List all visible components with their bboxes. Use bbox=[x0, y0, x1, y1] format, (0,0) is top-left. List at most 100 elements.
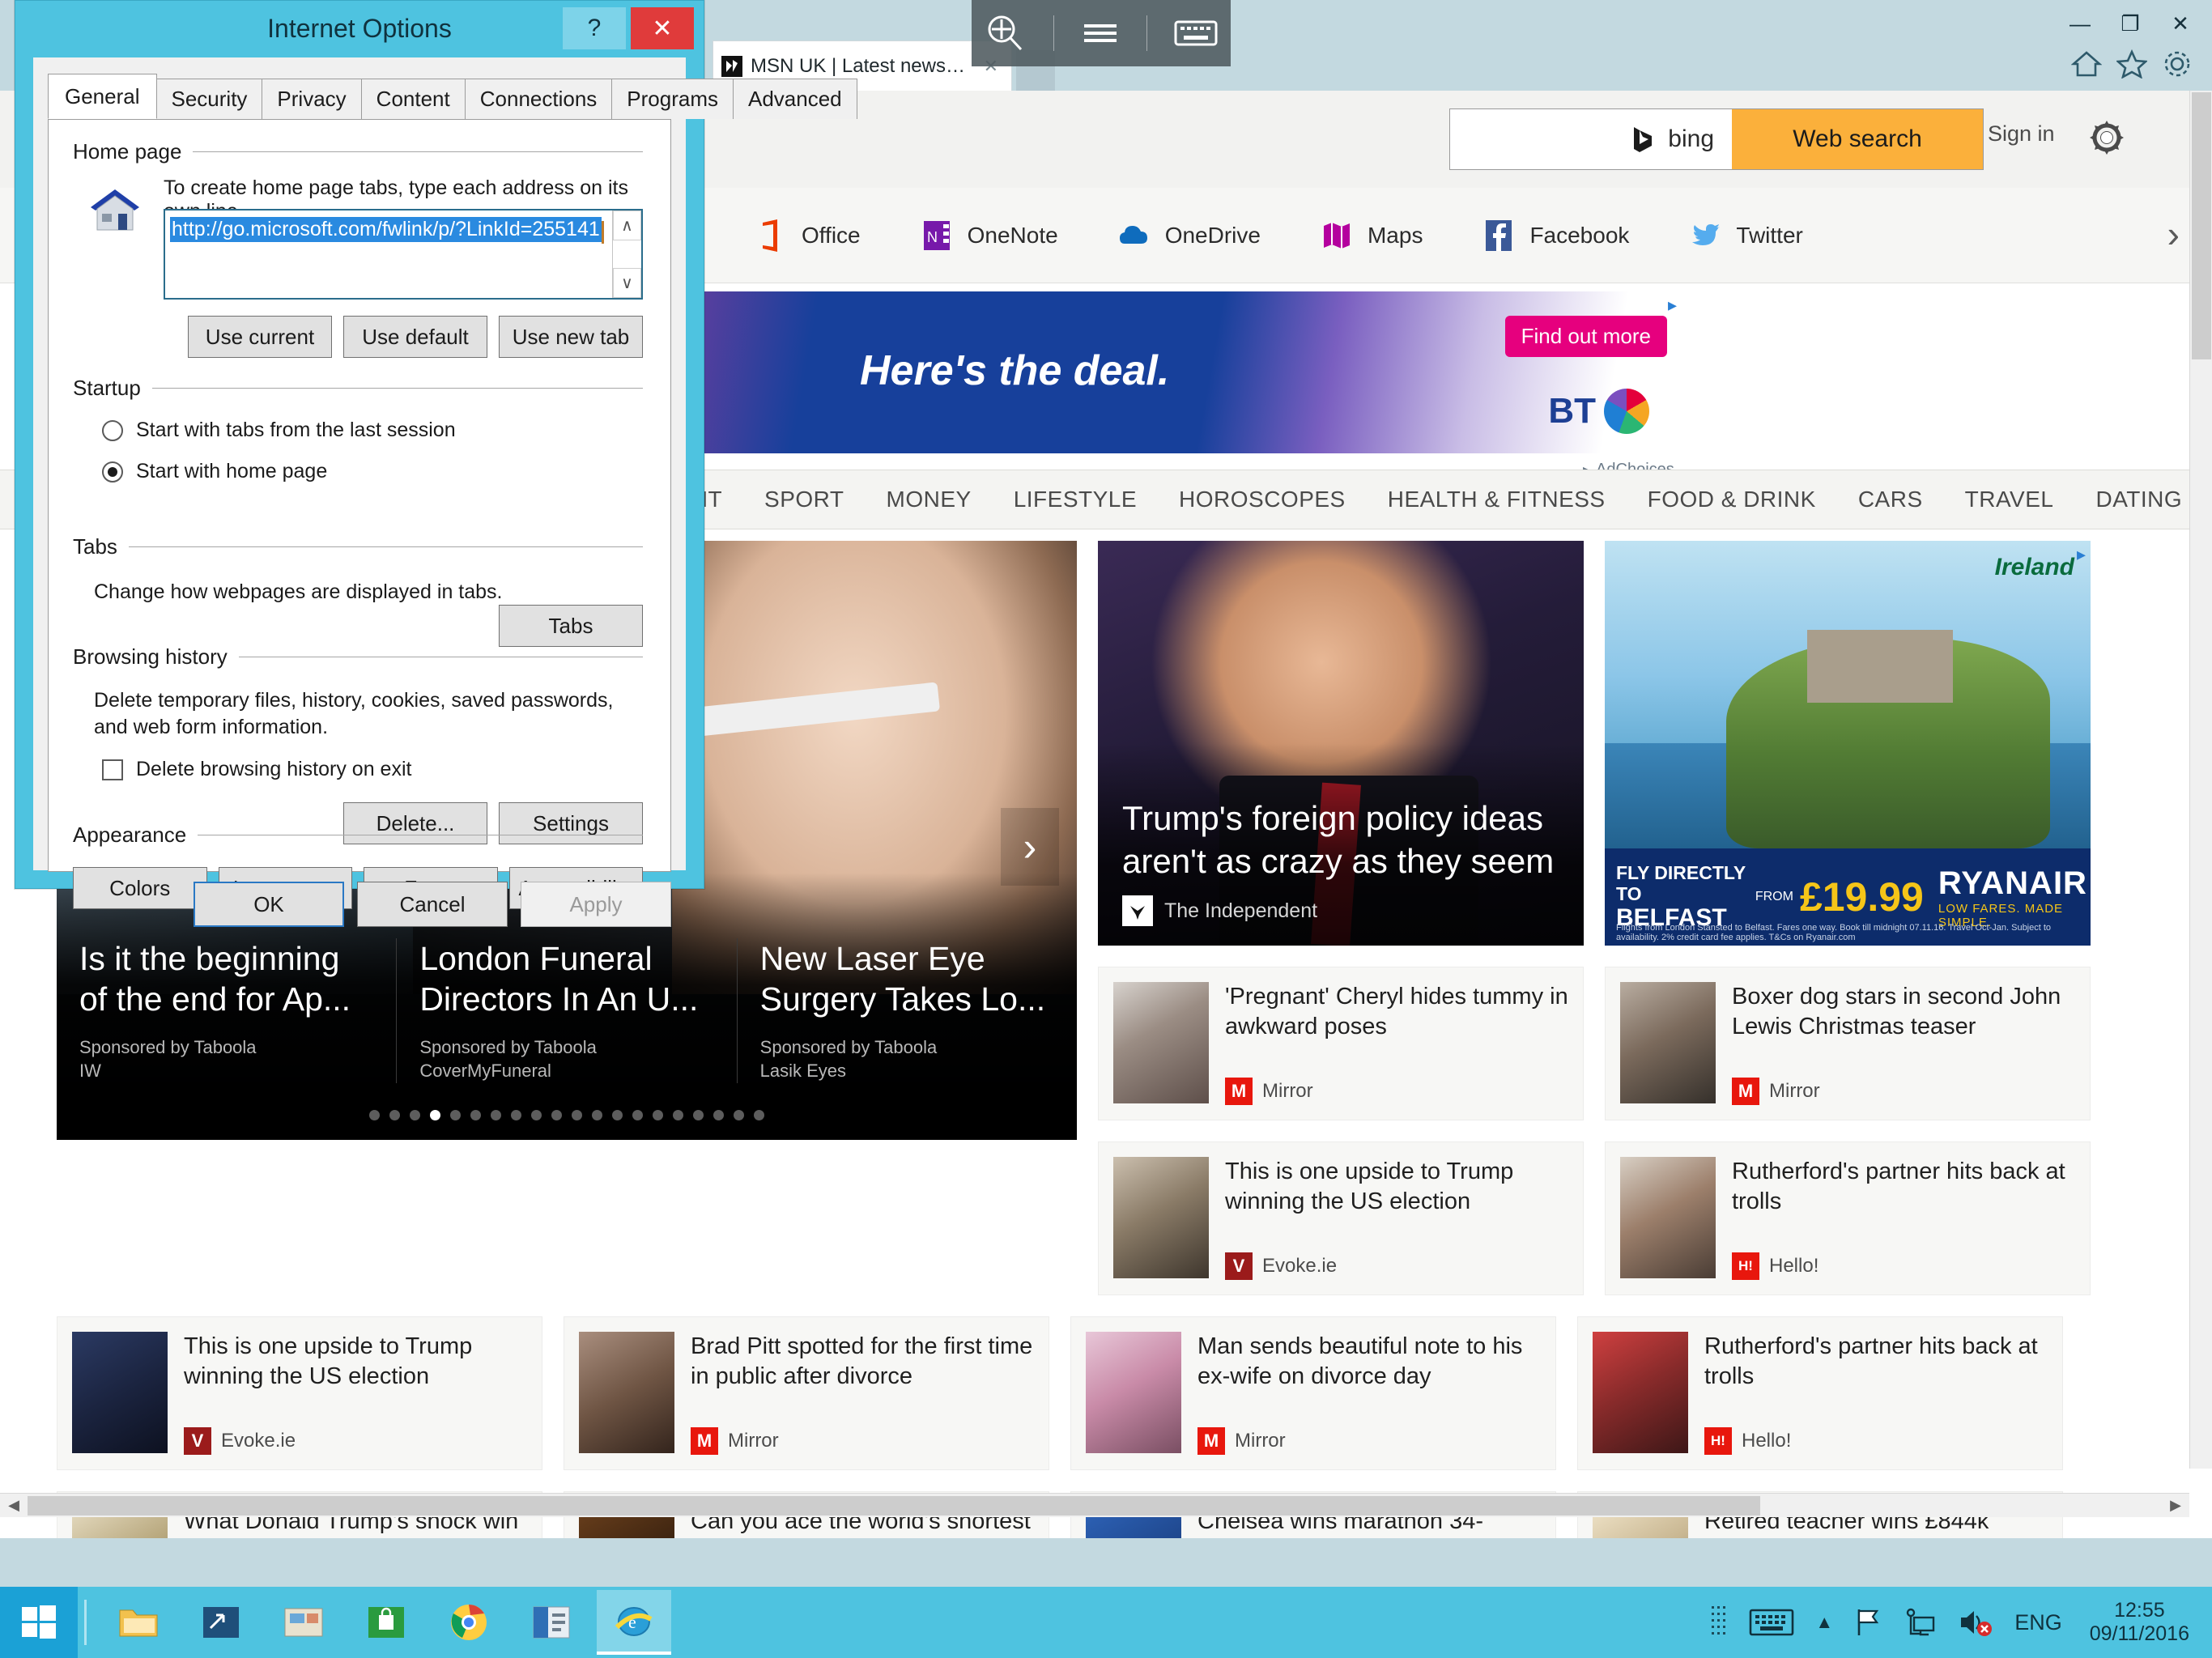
dialog-close-button[interactable]: ✕ bbox=[631, 7, 694, 49]
article-card[interactable]: Boxer dog stars in second John Lewis Chr… bbox=[1605, 967, 2091, 1120]
taskbar-app-internet-explorer[interactable]: e bbox=[597, 1590, 671, 1655]
tabs-button[interactable]: Tabs bbox=[499, 605, 643, 647]
app-link-facebook[interactable]: Facebook bbox=[1481, 218, 1629, 253]
taskbar-app-microsoft-store[interactable] bbox=[349, 1590, 423, 1655]
close-button[interactable]: ✕ bbox=[2155, 2, 2206, 45]
horizontal-scrollbar[interactable]: ◀ ▶ bbox=[0, 1493, 2189, 1517]
app-link-onedrive[interactable]: OneDrive bbox=[1117, 218, 1261, 253]
horizontal-scrollbar-thumb[interactable] bbox=[28, 1496, 1760, 1516]
carousel-dot[interactable] bbox=[632, 1110, 643, 1120]
delete-history-on-exit-checkbox[interactable]: Delete browsing history on exit bbox=[102, 758, 643, 781]
tab-security[interactable]: Security bbox=[155, 79, 263, 119]
carousel-dot[interactable] bbox=[491, 1110, 501, 1120]
ok-button[interactable]: OK bbox=[194, 882, 344, 927]
bing-search-box[interactable]: bing Web search bbox=[1449, 108, 1984, 170]
dialog-help-button[interactable]: ? bbox=[563, 7, 626, 49]
nav-item-money[interactable]: MONEY bbox=[887, 487, 972, 512]
article-card[interactable]: 'Pregnant' Cheryl hides tummy in awkward… bbox=[1098, 967, 1584, 1120]
minimize-button[interactable]: — bbox=[2055, 2, 2105, 45]
hamburger-menu-icon[interactable] bbox=[1081, 17, 1120, 49]
taskbar-app-feed-reader[interactable] bbox=[184, 1590, 258, 1655]
cancel-button[interactable]: Cancel bbox=[357, 882, 508, 927]
carousel-dot[interactable] bbox=[653, 1110, 663, 1120]
carousel-dot[interactable] bbox=[511, 1110, 521, 1120]
nav-item-sport[interactable]: SPORT bbox=[764, 487, 844, 512]
show-hidden-icons-arrow[interactable]: ▲ bbox=[1815, 1612, 1833, 1633]
magnifier-plus-icon[interactable] bbox=[985, 12, 1027, 54]
nav-item-horoscopes[interactable]: HOROSCOPES bbox=[1179, 487, 1346, 512]
nav-item-cars[interactable]: CARS bbox=[1858, 487, 1923, 512]
article-card[interactable]: Rutherford's partner hits back at trolls… bbox=[1605, 1141, 2091, 1295]
tab-general[interactable]: General bbox=[48, 74, 157, 119]
tab-privacy[interactable]: Privacy bbox=[262, 79, 362, 119]
article-card[interactable]: Brad Pitt spotted for the first time in … bbox=[564, 1316, 1049, 1470]
nav-item-food-drink[interactable]: FOOD & DRINK bbox=[1648, 487, 1816, 512]
carousel-dot[interactable] bbox=[734, 1110, 744, 1120]
tray-grip[interactable] bbox=[1710, 1603, 1728, 1642]
nav-item-travel[interactable]: TRAVEL bbox=[1965, 487, 2054, 512]
textarea-scrollbar[interactable]: ∧ ∨ bbox=[612, 210, 641, 299]
carousel-dot[interactable] bbox=[389, 1110, 400, 1120]
nav-item-lifestyle[interactable]: LIFESTYLE bbox=[1014, 487, 1137, 512]
article-card[interactable]: Man sends beautiful note to his ex-wife … bbox=[1070, 1316, 1556, 1470]
adchoices-badge-icon[interactable]: ▸ bbox=[2077, 544, 2086, 565]
home-page-url-textarea[interactable]: http://go.microsoft.com/fwlink/p/?LinkId… bbox=[164, 209, 643, 300]
app-link-office[interactable]: Office bbox=[753, 218, 861, 253]
keyboard-icon[interactable] bbox=[1174, 17, 1218, 49]
scroll-down-icon[interactable]: ∨ bbox=[613, 268, 641, 299]
tab-content[interactable]: Content bbox=[360, 79, 466, 119]
radio-icon-selected[interactable] bbox=[102, 461, 123, 483]
start-button[interactable] bbox=[0, 1587, 78, 1658]
nav-item-health-fitness[interactable]: HEALTH & FITNESS bbox=[1388, 487, 1606, 512]
msn-settings-gear-icon[interactable] bbox=[2081, 112, 2133, 164]
bt-banner-ad[interactable]: Here's the deal. Find out more BT ▸ bbox=[698, 291, 1682, 453]
web-search-button[interactable]: Web search bbox=[1732, 109, 1983, 169]
carousel-dot[interactable] bbox=[551, 1110, 562, 1120]
carousel-dot[interactable] bbox=[470, 1110, 481, 1120]
app-link-twitter[interactable]: Twitter bbox=[1687, 218, 1803, 253]
gear-icon[interactable] bbox=[2162, 49, 2193, 83]
article-card[interactable]: This is one upside to Trump winning the … bbox=[57, 1316, 542, 1470]
vertical-scrollbar-thumb[interactable] bbox=[2192, 92, 2211, 359]
carousel-dot[interactable] bbox=[754, 1110, 764, 1120]
carousel-dot[interactable] bbox=[369, 1110, 380, 1120]
home-icon[interactable] bbox=[2070, 50, 2103, 82]
star-icon[interactable] bbox=[2115, 49, 2149, 83]
carousel-card[interactable]: Is it the beginning of the end for Ap...… bbox=[57, 937, 398, 1083]
touch-keyboard-icon[interactable] bbox=[1749, 1606, 1794, 1639]
adchoices-badge-icon[interactable]: ▸ bbox=[1668, 295, 1677, 316]
carousel-dot[interactable] bbox=[531, 1110, 542, 1120]
sign-in-link[interactable]: Sign in bbox=[1988, 121, 2055, 147]
scroll-right-arrow-icon[interactable]: ▶ bbox=[2162, 1494, 2189, 1518]
article-card[interactable]: This is one upside to Trump winning the … bbox=[1098, 1141, 1584, 1295]
carousel-dot[interactable] bbox=[572, 1110, 582, 1120]
radio-start-with-tabs[interactable]: Start with tabs from the last session bbox=[102, 419, 643, 442]
carousel-dot[interactable] bbox=[612, 1110, 623, 1120]
action-center-flag-icon[interactable] bbox=[1854, 1606, 1883, 1639]
use-current-button[interactable]: Use current bbox=[188, 316, 332, 358]
app-link-maps[interactable]: Maps bbox=[1319, 218, 1423, 253]
article-card[interactable]: Rutherford's partner hits back at trolls… bbox=[1577, 1316, 2063, 1470]
scroll-track[interactable] bbox=[613, 240, 641, 269]
carousel-pagination-dots[interactable] bbox=[57, 1110, 1077, 1120]
bt-ad-cta-button[interactable]: Find out more bbox=[1504, 316, 1667, 357]
carousel-dot[interactable] bbox=[430, 1110, 440, 1120]
apps-next-arrow-icon[interactable]: › bbox=[2167, 212, 2180, 256]
scroll-up-icon[interactable]: ∧ bbox=[613, 210, 641, 240]
radio-start-with-home-page[interactable]: Start with home page bbox=[102, 460, 643, 483]
carousel-dot[interactable] bbox=[410, 1110, 420, 1120]
use-new-tab-button[interactable]: Use new tab bbox=[499, 316, 643, 358]
network-icon[interactable] bbox=[1904, 1606, 1937, 1639]
carousel-next-arrow-icon[interactable]: › bbox=[1001, 808, 1059, 886]
carousel-dot[interactable] bbox=[673, 1110, 683, 1120]
carousel-dot[interactable] bbox=[713, 1110, 724, 1120]
carousel-dot[interactable] bbox=[693, 1110, 704, 1120]
app-link-onenote[interactable]: N OneNote bbox=[919, 218, 1058, 253]
radio-icon[interactable] bbox=[102, 419, 123, 441]
bing-search-input[interactable]: bing bbox=[1450, 109, 1732, 169]
volume-muted-icon[interactable] bbox=[1958, 1606, 1993, 1639]
taskbar-app-file-explorer[interactable] bbox=[101, 1590, 176, 1655]
tab-programs[interactable]: Programs bbox=[611, 79, 734, 119]
maximize-button[interactable]: ❐ bbox=[2105, 2, 2155, 45]
taskbar-app-pdf-reader[interactable] bbox=[514, 1590, 589, 1655]
